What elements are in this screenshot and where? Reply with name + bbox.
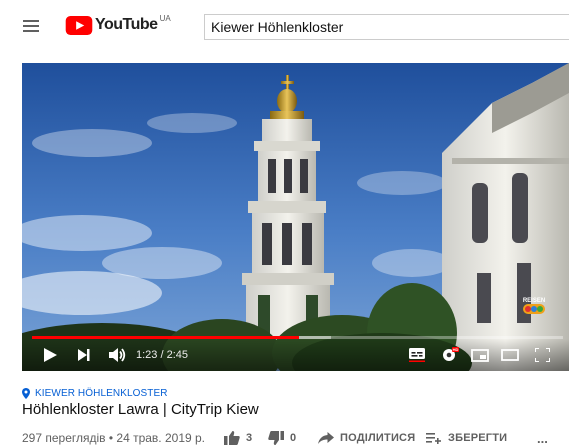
svg-text:HD: HD	[453, 347, 459, 352]
youtube-play-logo-icon	[65, 15, 93, 35]
miniplayer-button[interactable]	[470, 346, 490, 364]
share-label: ПОДІЛИТИСЯ	[340, 432, 416, 444]
watermark-logo-icon	[523, 304, 545, 314]
view-count-date: 297 переглядів • 24 трав. 2019 р.	[22, 431, 206, 445]
dislike-button[interactable]: 0	[268, 429, 296, 447]
thumbs-up-icon	[224, 431, 240, 445]
logo-wordmark: YouTube	[95, 16, 158, 33]
play-button[interactable]	[42, 346, 58, 364]
settings-button[interactable]: HD	[440, 346, 460, 364]
dislike-count: 0	[290, 432, 297, 444]
theater-mode-button[interactable]	[500, 346, 520, 364]
subtitles-button[interactable]	[408, 346, 426, 364]
location-label: KIEWER HÖHLENKLOSTER	[35, 388, 168, 399]
video-frame	[22, 63, 569, 371]
next-button[interactable]	[76, 346, 92, 364]
playlist-add-icon	[426, 433, 441, 444]
share-icon	[318, 432, 334, 444]
video-title: Höhlenkloster Lawra | CityTrip Kiew	[22, 401, 259, 418]
video-player[interactable]: REISEN 1:23 / 2:45 HD	[22, 63, 569, 371]
like-button[interactable]: 3	[224, 429, 252, 447]
masthead: YouTube UA	[0, 0, 569, 50]
video-meta-row: 297 переглядів • 24 трав. 2019 р. 3 0 ПО…	[22, 429, 569, 447]
gear-icon: HD	[443, 347, 459, 361]
miniplayer-icon	[471, 348, 489, 362]
save-button[interactable]: ЗБЕРЕГТИ	[426, 429, 507, 447]
thumbs-down-icon	[268, 431, 284, 445]
location-pin-icon	[22, 388, 30, 399]
location-link[interactable]: KIEWER HÖHLENKLOSTER	[22, 388, 168, 399]
youtube-logo[interactable]: YouTube UA	[65, 13, 171, 35]
search-input[interactable]	[211, 19, 569, 35]
menu-icon[interactable]	[23, 20, 39, 32]
more-icon: ...	[537, 430, 548, 446]
volume-button[interactable]	[108, 346, 126, 364]
theater-icon	[501, 349, 519, 361]
subtitles-icon	[409, 348, 425, 362]
fullscreen-button[interactable]	[532, 346, 552, 364]
play-icon	[43, 348, 57, 362]
share-button[interactable]: ПОДІЛИТИСЯ	[318, 429, 415, 447]
country-code: UA	[159, 13, 171, 23]
fullscreen-icon	[534, 348, 550, 362]
volume-icon	[108, 348, 125, 362]
player-controls: 1:23 / 2:45 HD	[22, 339, 569, 371]
next-icon	[78, 349, 90, 361]
more-actions-button[interactable]: ...	[537, 429, 548, 447]
channel-watermark: REISEN	[517, 298, 551, 326]
time-display: 1:23 / 2:45	[136, 349, 188, 361]
like-count: 3	[246, 432, 253, 444]
search-box[interactable]	[204, 14, 569, 40]
save-label: ЗБЕРЕГТИ	[448, 432, 508, 444]
